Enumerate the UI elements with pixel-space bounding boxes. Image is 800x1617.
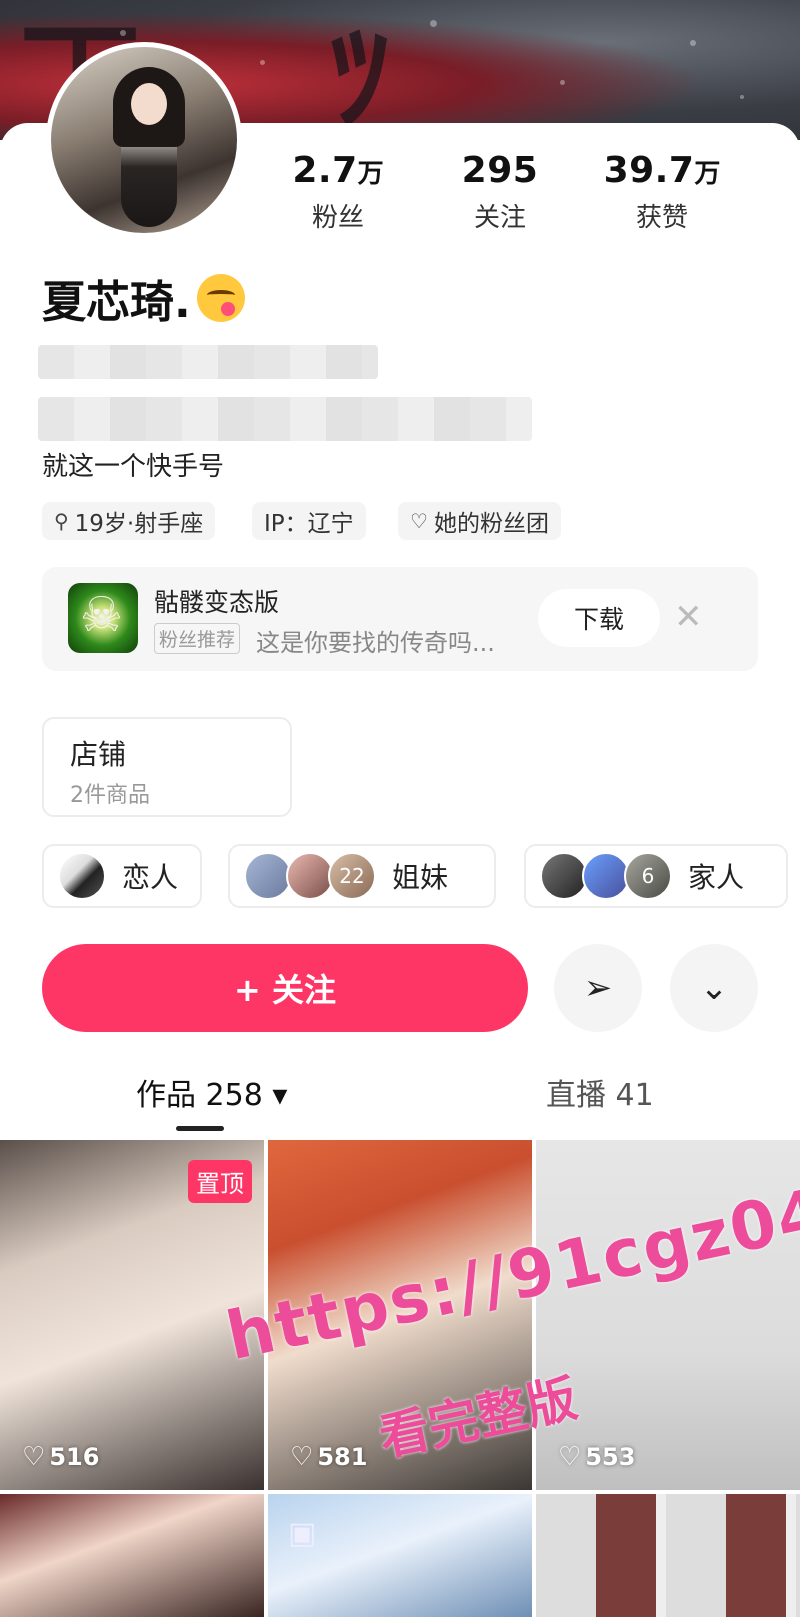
rain-drop	[120, 30, 126, 36]
stat-label: 粉丝	[311, 203, 364, 233]
blurred-text	[38, 397, 532, 441]
banner-scribble: ﾂ	[330, 7, 390, 140]
profile-bio: 就这一个快手号	[42, 452, 225, 482]
blurred-text	[38, 345, 378, 379]
rain-drop	[260, 60, 265, 65]
stat-unit: 万	[694, 159, 721, 189]
relation-count-badge: 6	[641, 864, 655, 888]
relation-sisters[interactable]: 22 姐妹	[228, 844, 496, 908]
stat-number: 39.7	[603, 150, 695, 191]
ad-card[interactable]: 骷髅变态版 粉丝推荐 这是你要找的传奇吗... 下载 ✕	[42, 567, 758, 671]
tag-ip: IP：辽宁	[252, 502, 366, 540]
ad-badge: 粉丝推荐	[154, 623, 241, 654]
shop-title: 店铺	[70, 738, 127, 771]
pinned-badge: 置顶	[188, 1160, 252, 1203]
relation-avatar: 22	[328, 852, 376, 900]
likes-count: ♡ 553	[558, 1442, 635, 1472]
rain-drop	[690, 40, 696, 46]
video-thumb-6[interactable]	[536, 1494, 800, 1617]
relation-lover[interactable]: 恋人	[42, 844, 202, 908]
shop-subtitle: 2件商品	[70, 783, 150, 808]
relation-label: 姐妹	[392, 861, 449, 894]
likes-count: ♡ 516	[22, 1442, 99, 1472]
relation-avatar	[582, 852, 630, 900]
tag-label: IP：辽宁	[264, 511, 354, 537]
heart-icon: ♡	[558, 1442, 582, 1472]
avatar[interactable]	[46, 42, 242, 238]
profile-name-text: 夏芯琦.	[42, 277, 191, 328]
tag-label: 19岁·射手座	[74, 511, 204, 537]
rain-drop	[430, 20, 437, 27]
tag-fan-club[interactable]: ♡ 她的粉丝团	[398, 502, 561, 540]
heart-icon: ♡	[22, 1442, 46, 1472]
shop-card[interactable]: 店铺 2件商品	[42, 717, 292, 817]
yum-emoji-icon	[196, 274, 245, 322]
relation-avatar	[286, 852, 334, 900]
stat-unit: 万	[357, 159, 384, 189]
relation-avatar	[540, 852, 588, 900]
close-icon[interactable]: ✕	[674, 597, 703, 637]
image-icon: ▣	[288, 1516, 317, 1551]
stat-label: 获赞	[635, 203, 688, 233]
stat-label: 关注	[473, 203, 526, 233]
relation-avatar	[58, 852, 106, 900]
ad-title: 骷髅变态版	[154, 588, 280, 617]
likes-value: 516	[49, 1443, 100, 1471]
heart-icon: ♡	[410, 509, 428, 533]
likes-value: 581	[317, 1443, 368, 1471]
rain-drop	[740, 95, 744, 99]
likes-count: ♡ 581	[290, 1442, 367, 1472]
app-skull-icon	[68, 583, 138, 653]
chevron-down-icon[interactable]: ⌄	[670, 944, 758, 1032]
video-thumb-4[interactable]	[0, 1494, 264, 1617]
tab-works[interactable]: 作品 258 ▾	[136, 1070, 287, 1114]
stat-number: 295	[461, 150, 539, 191]
tag-label: 她的粉丝团	[433, 511, 549, 537]
search-icon: ⚲	[54, 509, 69, 533]
avatar-face	[131, 83, 167, 125]
stat-number: 2.7	[292, 150, 358, 191]
heart-icon: ♡	[290, 1442, 314, 1472]
relation-label: 恋人	[122, 861, 179, 894]
profile-name: 夏芯琦.	[42, 266, 245, 330]
rain-drop	[560, 80, 565, 85]
ad-subtitle: 这是你要找的传奇吗...	[256, 629, 495, 657]
relation-avatar	[244, 852, 292, 900]
stat-fans[interactable]: 2.7万 粉丝	[268, 150, 408, 234]
relation-label: 家人	[688, 861, 745, 894]
stat-following[interactable]: 295 关注	[430, 150, 570, 234]
follow-button[interactable]: + 关注	[42, 944, 528, 1032]
stat-likes[interactable]: 39.7万 获赞	[592, 150, 732, 234]
likes-value: 553	[585, 1443, 636, 1471]
share-icon[interactable]: ➢	[554, 944, 642, 1032]
relation-count-badge: 22	[339, 864, 365, 888]
download-button[interactable]: 下载	[538, 589, 660, 647]
relation-avatar: 6	[624, 852, 672, 900]
tag-age-zodiac[interactable]: ⚲ 19岁·射手座	[42, 502, 216, 540]
relation-family[interactable]: 6 家人	[524, 844, 788, 908]
tab-indicator	[176, 1126, 224, 1131]
video-thumb-5[interactable]: ▣	[268, 1494, 532, 1617]
tab-live[interactable]: 直播 41	[546, 1070, 654, 1114]
